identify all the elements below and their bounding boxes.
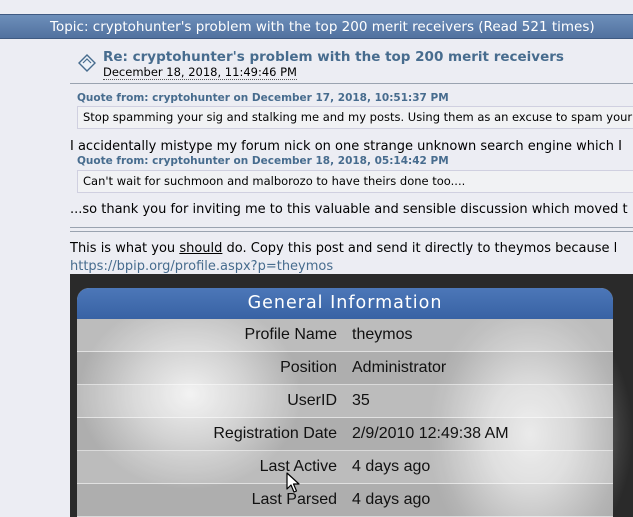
info-row: Position Administrator (77, 352, 613, 385)
info-value: 4 days ago (352, 458, 431, 475)
mouse-pointer-icon (286, 472, 300, 493)
post-icon (78, 54, 96, 72)
post-date: December 18, 2018, 11:49:46 PM (103, 65, 297, 80)
embedded-image: General Information Profile Name theymos P… (70, 274, 633, 517)
info-row: Last Active 4 days ago (77, 451, 613, 484)
quote-text: Can't wait for suchmoon and malborozo to… (83, 174, 466, 188)
underlined-text: should (179, 241, 223, 256)
topic-bar: Topic: cryptohunter's problem with the t… (0, 14, 633, 39)
body-text: do. Copy this post and send it directly … (222, 241, 618, 256)
divider (70, 83, 633, 84)
profile-link[interactable]: https://bpip.org/profile.aspx?p=theymos (70, 259, 333, 274)
info-label: UserID (287, 392, 337, 409)
info-label: Profile Name (244, 326, 337, 343)
general-info-panel: General Information Profile Name theymos P… (77, 288, 613, 517)
info-label: Position (280, 359, 337, 376)
general-info-header: General Information (77, 288, 613, 319)
info-value: theymos (352, 326, 413, 343)
body-text: This is what you (70, 241, 180, 256)
info-label: Registration Date (213, 425, 337, 442)
topic-title: Topic: cryptohunter's problem with the t… (50, 19, 595, 35)
info-value: Administrator (352, 359, 447, 376)
divider (70, 231, 633, 232)
info-row: UserID 35 (77, 385, 613, 418)
post-title-link[interactable]: Re: cryptohunter's problem with the top … (103, 49, 564, 65)
info-row: Last Parsed 4 days ago (77, 484, 613, 517)
info-value: 35 (352, 392, 370, 409)
quote-text: Stop spamming your sig and stalking me a… (83, 110, 633, 124)
quote-box: Stop spamming your sig and stalking me a… (77, 106, 633, 129)
info-row: Profile Name theymos (77, 319, 613, 352)
post-body-line: ...so thank you for inviting me to this … (70, 202, 628, 217)
quote-box: Can't wait for suchmoon and malborozo to… (77, 170, 633, 193)
info-value: 4 days ago (352, 491, 431, 508)
post-body-line: I accidentally mistype my forum nick on … (70, 139, 622, 154)
info-value: 2/9/2010 12:49:38 AM (352, 425, 509, 442)
info-row: Registration Date 2/9/2010 12:49:38 AM (77, 418, 613, 451)
post-body-line: This is what you should do. Copy this po… (70, 241, 617, 256)
quote-header-link[interactable]: Quote from: cryptohunter on December 17,… (77, 92, 449, 104)
divider (70, 227, 633, 228)
quote-header-link[interactable]: Quote from: cryptohunter on December 18,… (77, 155, 449, 167)
